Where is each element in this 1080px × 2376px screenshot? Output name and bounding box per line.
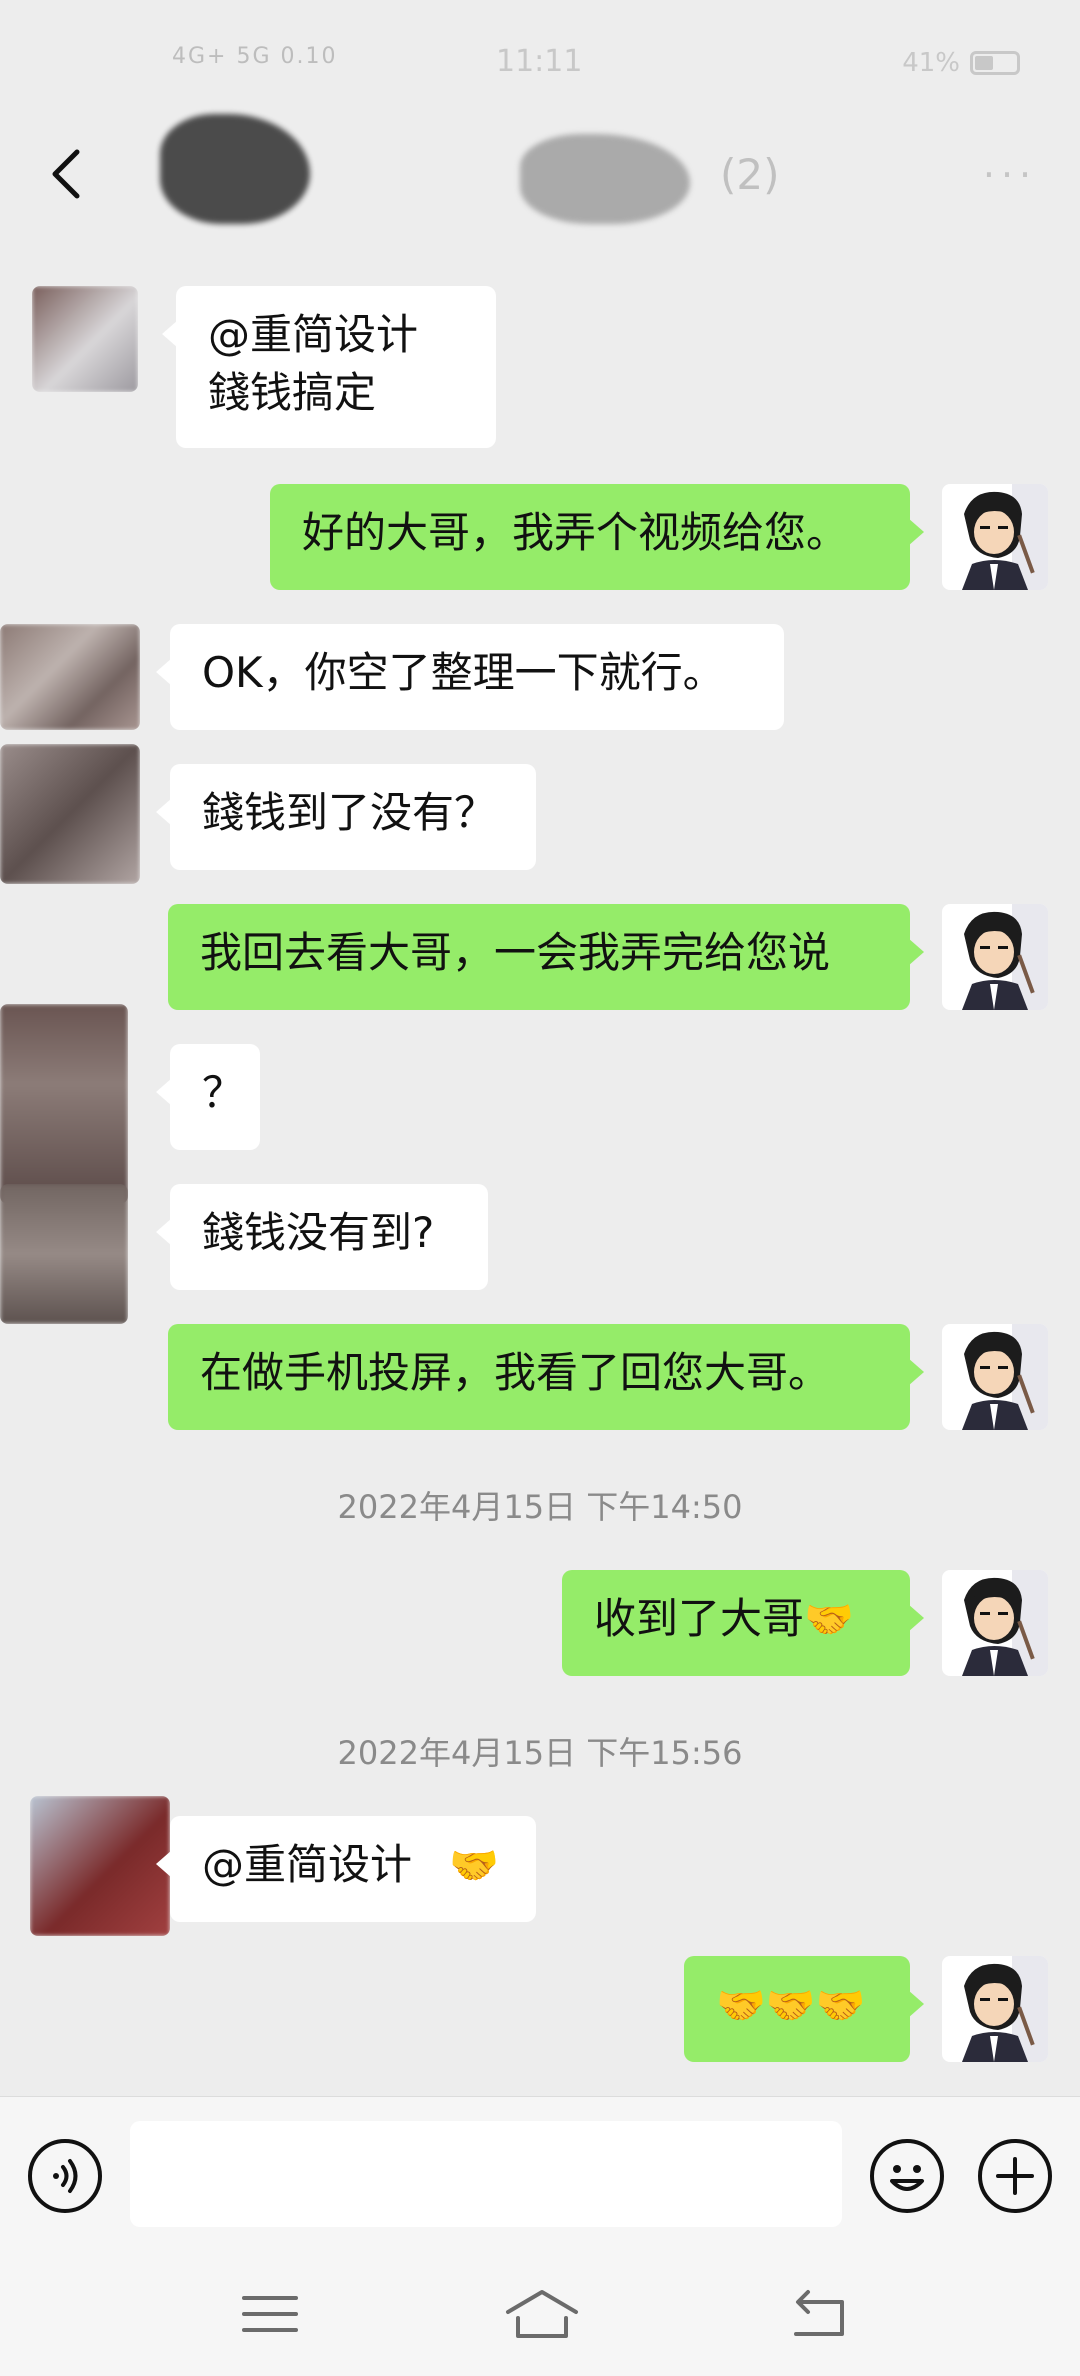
message-bubble[interactable]: 在做手机投屏，我看了回您大哥。 bbox=[168, 1324, 924, 1430]
message-text: 收到了大哥 bbox=[594, 1594, 805, 1643]
message-bubble[interactable]: @重简设计 錢钱搞定 bbox=[162, 286, 496, 448]
my-avatar[interactable] bbox=[942, 1570, 1048, 1676]
menu-button[interactable] bbox=[230, 2284, 310, 2344]
message-bubble[interactable]: 收到了大哥🤝 bbox=[562, 1570, 924, 1676]
input-bar bbox=[0, 2096, 1080, 2256]
message-bubble[interactable]: 我回去看大哥，一会我弄完给您说 bbox=[168, 904, 924, 1010]
message-bubble[interactable]: @重简设计 🤝 bbox=[156, 1816, 536, 1922]
status-time: 11:11 bbox=[496, 44, 583, 79]
cartoon-avatar-icon bbox=[942, 1324, 1048, 1430]
system-navigation-bar bbox=[0, 2256, 1080, 2376]
message-input[interactable] bbox=[130, 2121, 842, 2227]
message-bubble[interactable]: ？ bbox=[156, 1044, 260, 1150]
message-text: 錢钱搞定 bbox=[208, 368, 377, 417]
cartoon-avatar-icon bbox=[942, 1956, 1048, 2062]
battery-icon bbox=[970, 51, 1020, 75]
message-text: @重简设计 bbox=[202, 1840, 413, 1889]
redacted-title-part bbox=[160, 114, 310, 224]
message-bubble[interactable]: 🤝🤝🤝 bbox=[684, 1956, 924, 2062]
my-avatar[interactable] bbox=[942, 904, 1048, 1010]
network-label: 4G+ 5G bbox=[172, 44, 272, 69]
sender-avatar[interactable] bbox=[0, 744, 140, 884]
home-button[interactable] bbox=[500, 2284, 584, 2344]
my-avatar[interactable] bbox=[942, 484, 1048, 590]
my-avatar[interactable] bbox=[942, 1956, 1048, 2062]
chat-title: (2) bbox=[160, 114, 860, 224]
my-avatar[interactable] bbox=[942, 1324, 1048, 1430]
chevron-left-icon bbox=[52, 149, 80, 199]
handshake-emoji: 🤝🤝🤝 bbox=[716, 1983, 866, 2029]
back-icon bbox=[794, 2290, 844, 2336]
sender-avatar[interactable] bbox=[0, 624, 140, 730]
message-text: @重简设计 bbox=[208, 310, 419, 359]
voice-icon bbox=[53, 2159, 78, 2193]
menu-icon bbox=[242, 2296, 298, 2332]
voice-button[interactable] bbox=[28, 2139, 102, 2213]
chat-title-count: (2) bbox=[720, 150, 780, 199]
status-bar: 4G+ 5G 0.10 11:11 41% bbox=[0, 0, 1080, 120]
plus-icon bbox=[996, 2157, 1034, 2195]
sender-avatar[interactable] bbox=[30, 1796, 170, 1936]
sender-avatar[interactable] bbox=[0, 1004, 128, 1204]
back-button[interactable] bbox=[30, 134, 100, 214]
plus-button[interactable] bbox=[978, 2139, 1052, 2213]
battery-indicator: 41% bbox=[902, 48, 1020, 78]
network-indicator: 4G+ 5G 0.10 bbox=[172, 44, 338, 69]
cartoon-avatar-icon bbox=[942, 484, 1048, 590]
message-bubble[interactable]: OK，你空了整理一下就行。 bbox=[156, 624, 784, 730]
more-dots-icon: ··· bbox=[982, 153, 1038, 197]
battery-percent: 41% bbox=[902, 48, 960, 78]
emoji-button[interactable] bbox=[870, 2139, 944, 2213]
emoji-icon bbox=[890, 2165, 924, 2191]
handshake-emoji: 🤝 bbox=[449, 1843, 500, 1889]
message-timestamp: 2022年4月15日 下午15:56 bbox=[337, 1734, 743, 1772]
message-bubble[interactable]: 好的大哥，我弄个视频给您。 bbox=[270, 484, 924, 590]
sender-avatar[interactable] bbox=[0, 1184, 128, 1324]
more-button[interactable]: ··· bbox=[970, 150, 1050, 200]
cartoon-avatar-icon bbox=[942, 904, 1048, 1010]
message-timestamp: 2022年4月15日 下午14:50 bbox=[337, 1488, 743, 1526]
redacted-title-part bbox=[520, 134, 690, 224]
chat-header: (2) ··· bbox=[0, 114, 1080, 228]
system-back-button[interactable] bbox=[780, 2284, 860, 2344]
message-bubble[interactable]: 錢钱没有到? bbox=[156, 1184, 488, 1290]
network-speed: 0.10 bbox=[280, 44, 338, 69]
message-bubble[interactable]: 錢钱到了没有？ bbox=[156, 764, 536, 870]
cartoon-avatar-icon bbox=[942, 1570, 1048, 1676]
home-icon bbox=[506, 2290, 578, 2338]
sender-avatar[interactable] bbox=[32, 286, 138, 392]
handshake-emoji: 🤝 bbox=[804, 1597, 854, 1643]
message-list[interactable]: @重简设计 錢钱搞定 好的大哥，我弄个视频给您。 OK，你空了整理一下就行。 錢… bbox=[0, 228, 1080, 2096]
